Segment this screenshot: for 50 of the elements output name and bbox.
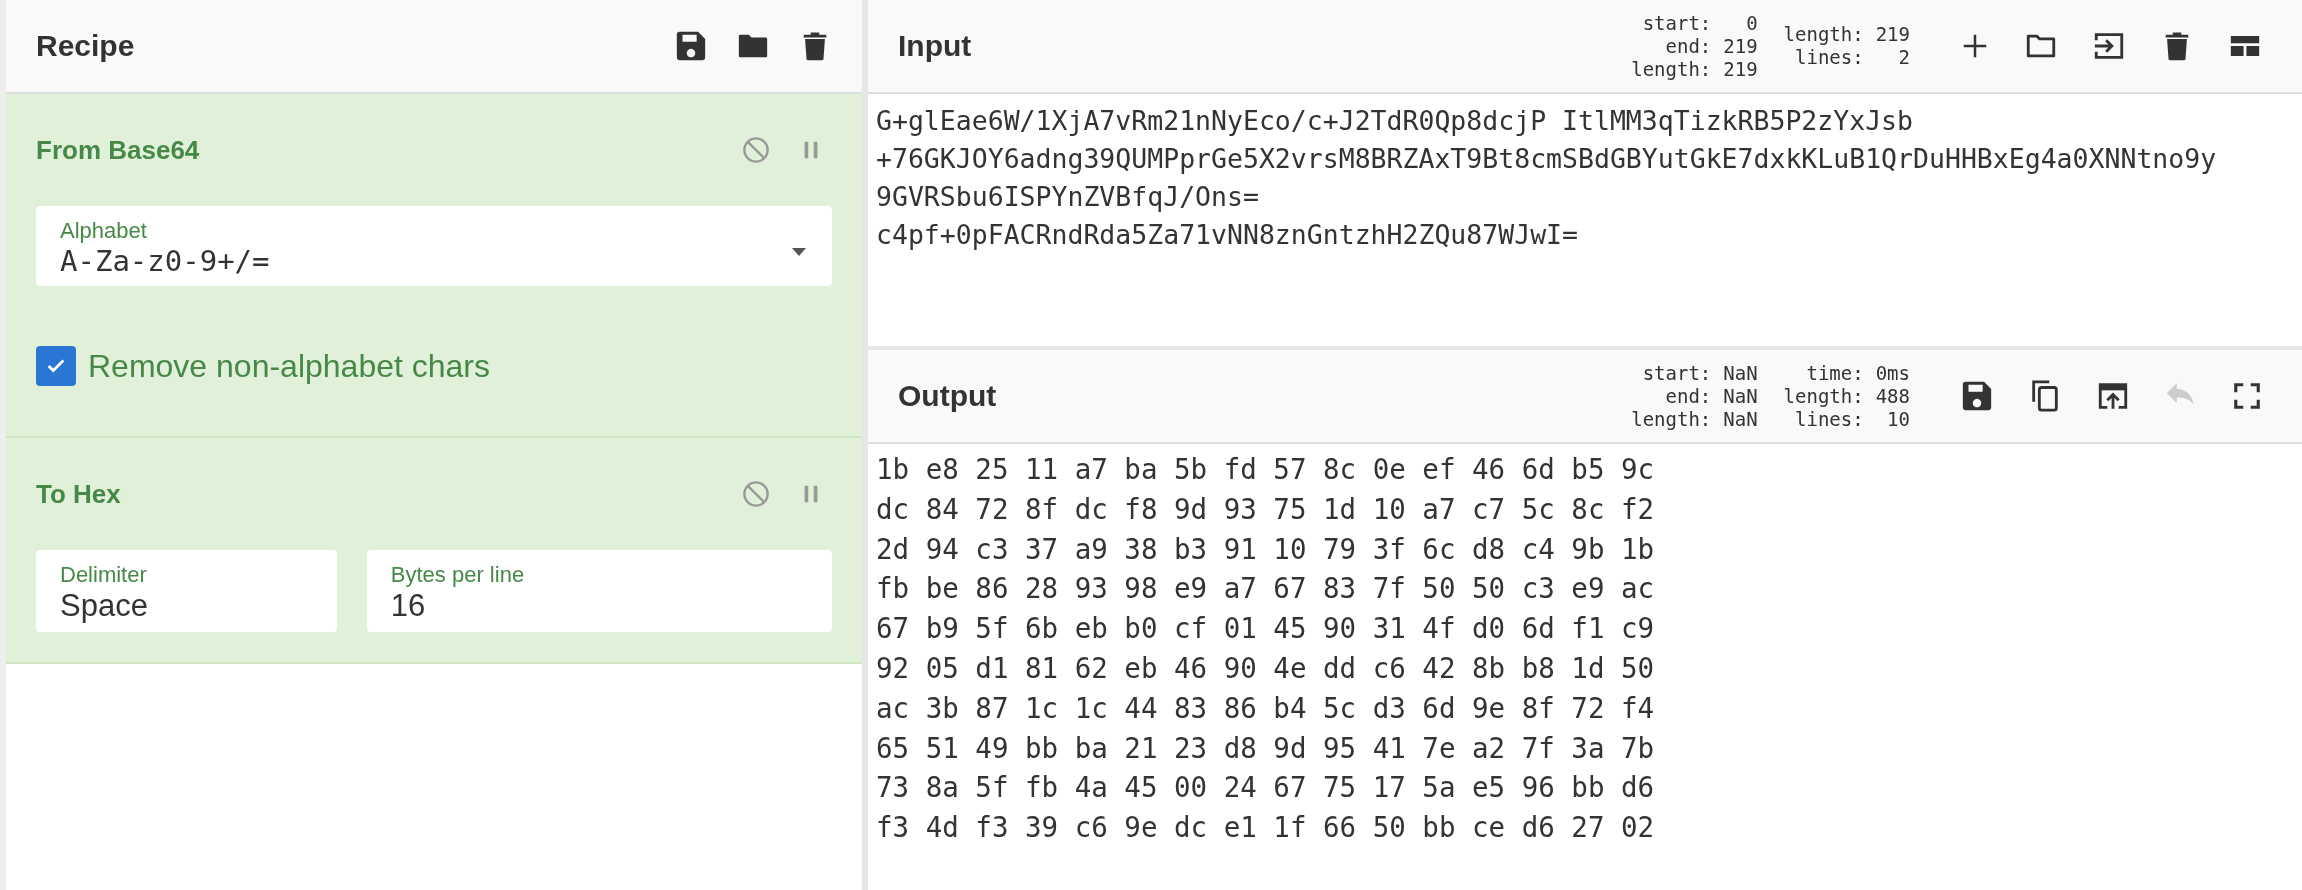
input-line: c4pf+0pFACRndRda5Za71vNN8znGntzhH2ZQu87WJwI= — [876, 218, 1578, 252]
output-line: 92 05 d1 81 62 eb 46 90 4e dd c6 42 8b b8 1d 50 — [876, 651, 1655, 686]
output-line: 2d 94 c3 37 a9 38 b3 91 10 79 3f 6c d8 c4 9b 1b — [876, 531, 1655, 567]
output-line: 65 51 49 bb ba 21 23 d8 9d 95 41 7e a2 7f 3a 7b — [876, 730, 1655, 766]
input-line: 9GVRSbu6ISPYnZVBfqJ/Ons= — [876, 180, 1259, 214]
stat-value: 219 — [1723, 34, 1758, 58]
stat-label: length: — [1631, 407, 1712, 431]
stat-label: length: — [1631, 57, 1712, 81]
stat-value: 10 — [1886, 407, 1910, 431]
stat-value: 0 — [1745, 11, 1758, 35]
panel-title: Input — [898, 29, 972, 63]
stat-value: 219 — [1723, 57, 1758, 81]
output-line: dc 84 72 8f dc f8 9d 93 75 1d 10 a7 c7 5c 8c f2 — [876, 491, 1655, 527]
save-icon[interactable] — [674, 29, 708, 63]
alphabet-dropdown[interactable]: Alphabet A-Za-z0-9+/= — [36, 206, 832, 286]
checkbox-label: Remove non-alphabet chars — [88, 347, 490, 385]
text-field[interactable]: Bytes per line 16 — [366, 550, 832, 632]
input-line: G+glEae6W/1XjA7vRm21nNyEco/c+J2TdR0Qp8dcjP ItlMM3qTizkRB5P2zYxJsb — [876, 104, 1914, 138]
stat-label: start: — [1641, 11, 1712, 35]
stat-label: end: — [1664, 34, 1712, 58]
panel-title: Output — [898, 379, 997, 413]
stat-label: start: — [1641, 361, 1712, 385]
stat-value: NaN — [1723, 384, 1758, 408]
fullscreen-icon[interactable] — [2232, 381, 2262, 411]
stat-label: lines: — [1794, 46, 1864, 69]
stat-label: time: — [1805, 361, 1864, 385]
panel-title: Recipe — [36, 29, 135, 63]
checkbox[interactable] — [36, 346, 76, 386]
stat-value: 488 — [1875, 384, 1910, 408]
stat-value: 0ms — [1875, 361, 1910, 385]
stat-label: end: — [1664, 384, 1712, 408]
output-line: 67 b9 5f 6b eb b0 cf 01 45 90 31 4f d0 6d f1 c9 — [876, 611, 1655, 647]
output-line: 1b e8 25 11 a7 ba 5b fd 57 8c 0e ef 46 6d b5 9c — [876, 452, 1655, 487]
stat-value: 219 — [1875, 23, 1910, 46]
stat-value: NaN — [1723, 407, 1758, 431]
output-line: 73 8a 5f fb 4a 45 00 24 67 75 17 5a e5 96 bb d6 — [876, 770, 1655, 806]
output-line: f3 4d f3 39 c6 9e dc e1 1f 66 50 bb ce d6 27 02 — [876, 810, 1655, 846]
operation-title: From Base64 — [36, 134, 200, 166]
text-field[interactable]: Delimiter Space — [36, 550, 337, 632]
stat-label: length: — [1783, 384, 1864, 408]
output-line: ac 3b 87 1c 1c 44 83 86 b4 5c d3 6d 9e 8f 72 f4 — [876, 690, 1655, 726]
stat-label: lines: — [1794, 407, 1864, 431]
stat-value: NaN — [1723, 361, 1758, 385]
output-line: fb be 86 28 93 98 e9 a7 67 83 7f 50 50 c3 e9 ac — [876, 571, 1655, 607]
save-icon[interactable] — [1960, 379, 1994, 413]
stat-label: length: — [1783, 23, 1864, 46]
input-line: +76GKJOY6adng39QUMPprGe5X2vrsM8BRZAxT9Bt8cmSBdGBYutGkE7dxkKLuB1QrDuHHBxEg4a0XNNtno9y — [876, 142, 2217, 176]
caret-icon — [792, 248, 806, 256]
operation-title: To Hex — [36, 478, 121, 510]
stat-value: 2 — [1897, 46, 1910, 69]
